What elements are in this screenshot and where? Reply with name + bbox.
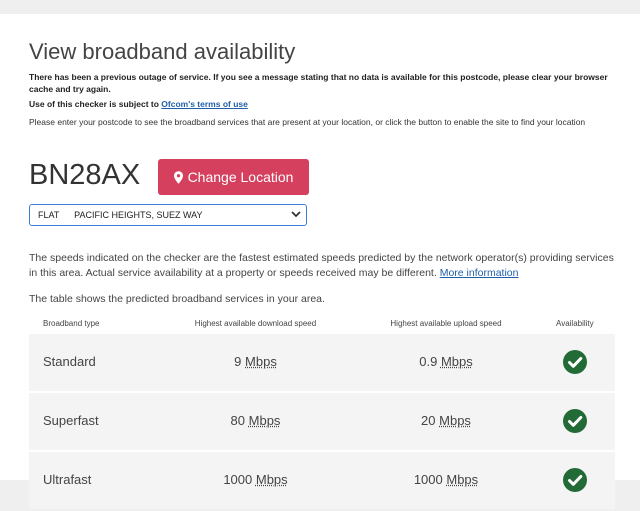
speeds-disclaimer: The speeds indicated on the checker are … xyxy=(29,251,615,281)
speed-unit: Mbps xyxy=(440,354,473,369)
check-circle-icon xyxy=(563,350,587,377)
outage-notice: There has been a previous outage of serv… xyxy=(29,72,608,94)
table-intro: The table shows the predicted broadband … xyxy=(29,293,325,305)
page-content: View broadband availability There has be… xyxy=(0,14,640,509)
page-title: View broadband availability xyxy=(29,39,296,64)
instructions-text: Please enter your postcode to see the br… xyxy=(29,117,586,127)
postcode-display: BN28AX xyxy=(29,159,141,191)
terms-link[interactable]: Ofcom's terms of use xyxy=(161,99,248,109)
terms-prefix: Use of this checker is subject to xyxy=(29,99,159,109)
speed-unit: Mbps xyxy=(248,413,281,428)
map-marker-icon xyxy=(173,170,183,184)
address-dropdown[interactable]: FLAT PACIFIC HEIGHTS, SUEZ WAY xyxy=(29,204,307,226)
chevron-down-icon xyxy=(291,210,301,218)
upload-value: 0.9 xyxy=(419,354,438,369)
download-value: 9 xyxy=(234,354,242,369)
upload-speed: 0.9 Mbps xyxy=(371,354,521,369)
download-value: 80 xyxy=(230,413,246,428)
broadband-type: Standard xyxy=(43,354,96,369)
header-download-speed: Highest available download speed xyxy=(194,319,317,328)
speed-unit: Mbps xyxy=(245,354,277,369)
broadband-type: Superfast xyxy=(43,413,99,428)
check-circle-icon xyxy=(563,468,587,495)
header-broadband-type: Broadband type xyxy=(43,319,100,328)
table-row: Ultrafast 1000 Mbps 1000 Mbps xyxy=(29,452,615,509)
speed-unit: Mbps xyxy=(439,413,471,428)
table-row: Standard 9 Mbps 0.9 Mbps xyxy=(29,334,615,391)
table-header: Broadband type Highest available downloa… xyxy=(29,314,615,334)
header-availability: Availability xyxy=(556,319,594,328)
check-circle-icon xyxy=(563,409,587,436)
terms-notice: Use of this checker is subject to Ofcom'… xyxy=(29,99,248,109)
broadband-table: Broadband type Highest available downloa… xyxy=(29,314,615,511)
change-location-button[interactable]: Change Location xyxy=(158,159,309,195)
download-speed: 80 Mbps xyxy=(183,413,328,428)
address-selected-value: FLAT PACIFIC HEIGHTS, SUEZ WAY xyxy=(38,210,203,220)
table-row: Superfast 80 Mbps 20 Mbps xyxy=(29,393,615,450)
upload-speed: 20 Mbps xyxy=(371,413,521,428)
upload-value: 20 xyxy=(421,413,436,428)
header-upload-speed: Highest available upload speed xyxy=(390,319,502,328)
change-location-label: Change Location xyxy=(187,169,294,185)
more-information-link[interactable]: More information xyxy=(440,267,519,279)
download-speed: 9 Mbps xyxy=(183,354,328,369)
speeds-disclaimer-text: The speeds indicated on the checker are … xyxy=(29,252,614,279)
